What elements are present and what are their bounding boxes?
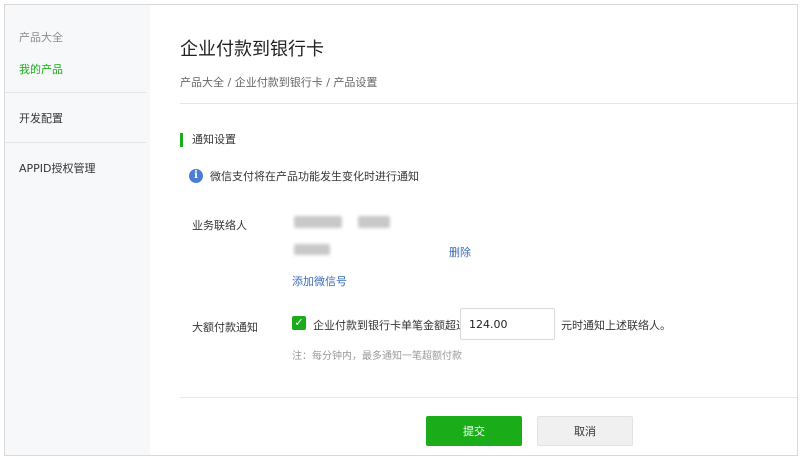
breadcrumb: 产品大全 / 企业付款到银行卡 / 产品设置 [180,76,378,89]
notice-text: 微信支付将在产品功能发生变化时进行通知 [210,170,419,183]
contacts-label: 业务联络人 [192,219,247,232]
sidebar: 产品大全 我的产品 开发配置 APPID授权管理 [5,5,150,455]
notice: i 微信支付将在产品功能发生变化时进行通知 [189,168,419,184]
cancel-button[interactable]: 取消 [537,416,633,446]
sidebar-group-dev: 开发配置 [5,93,146,143]
footer-divider [180,397,797,398]
sidebar-item-all-products[interactable]: 产品大全 [19,29,146,47]
amount-input[interactable] [460,308,555,340]
large-payment-checkbox[interactable]: ✓ [292,316,306,330]
add-wechat-link[interactable]: 添加微信号 [292,273,347,289]
sidebar-group-appid: APPID授权管理 [5,143,150,193]
sidebar-group-products: 产品大全 我的产品 [5,5,146,93]
contact-wechat-redacted [294,244,330,255]
info-icon: i [189,169,203,183]
sidebar-item-dev-config[interactable]: 开发配置 [19,110,63,126]
sidebar-item-appid-auth[interactable]: APPID授权管理 [19,160,96,176]
large-payment-label: 大额付款通知 [192,321,258,334]
sidebar-item-my-products[interactable]: 我的产品 [19,61,146,79]
page-title: 企业付款到银行卡 [180,39,324,60]
app-frame: 产品大全 我的产品 开发配置 APPID授权管理 企业付款到银行卡 产品大全 /… [4,4,798,456]
submit-button[interactable]: 提交 [426,416,522,446]
contact-id-redacted [358,216,390,228]
section-title: 通知设置 [180,133,236,147]
contact-name-redacted [294,216,342,228]
delete-contact-link[interactable]: 删除 [449,244,471,260]
note-text: 注：每分钟内，最多通知一笔超额付款 [292,351,462,362]
amount-suffix-label: 元时通知上述联络人。 [561,319,671,332]
main-content: 企业付款到银行卡 产品大全 / 企业付款到银行卡 / 产品设置 通知设置 i 微… [150,5,797,455]
large-payment-checkbox-label: 企业付款到银行卡单笔金额超过 [313,319,467,332]
header-divider [180,103,797,104]
